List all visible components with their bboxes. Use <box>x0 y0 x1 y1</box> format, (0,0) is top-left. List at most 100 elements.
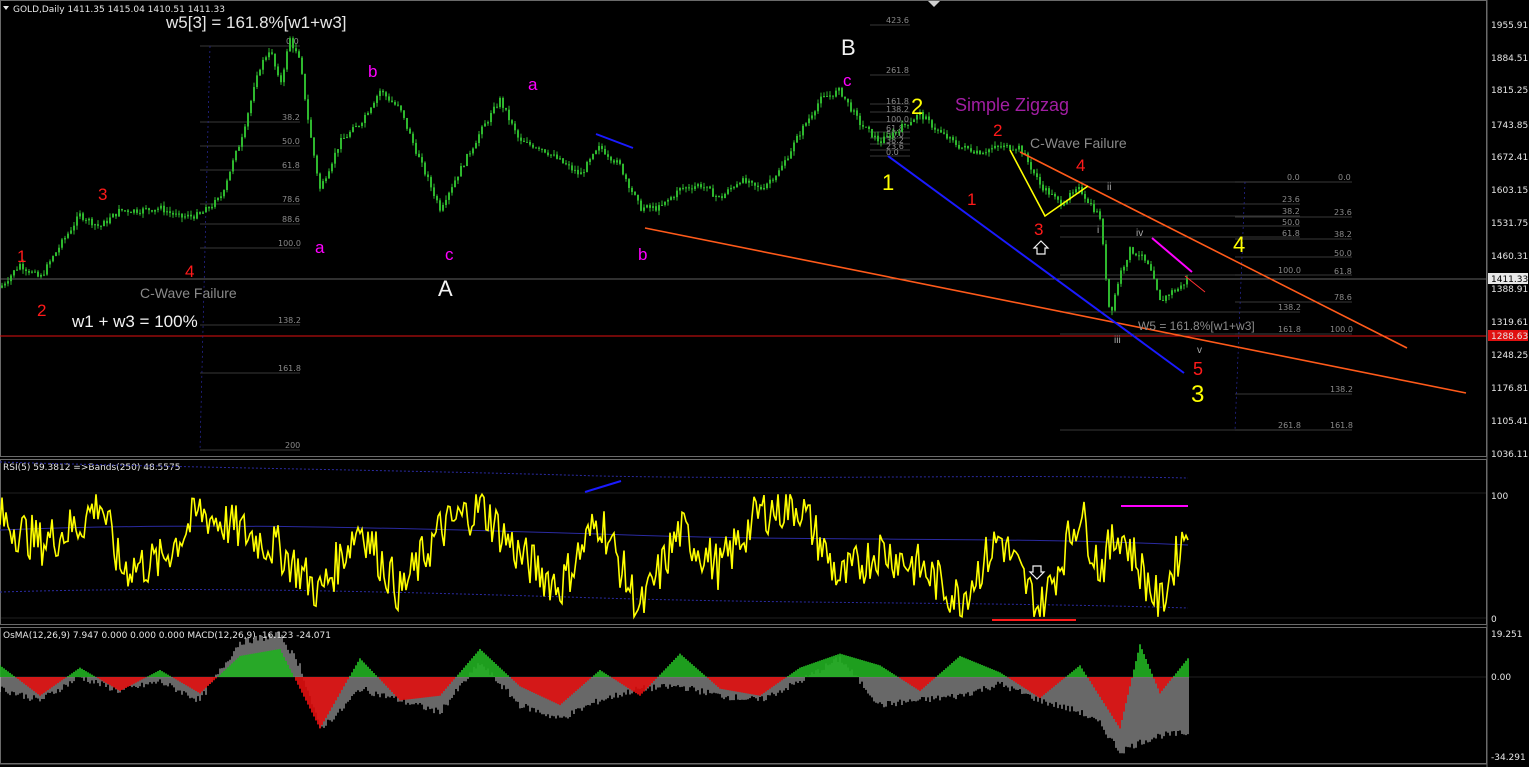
candle-body <box>1186 277 1188 285</box>
candle-body <box>448 192 450 200</box>
candle-body <box>709 186 711 189</box>
candle-body <box>280 75 282 83</box>
candle-body <box>787 158 789 161</box>
candle-body <box>775 175 777 181</box>
candle-body <box>556 154 558 159</box>
candle-body <box>76 216 78 226</box>
candle-body <box>439 200 441 211</box>
candle-body <box>292 38 294 49</box>
candle-body <box>1105 244 1107 279</box>
candle-body <box>262 59 264 70</box>
candle-body <box>604 148 606 155</box>
candle-body <box>724 193 726 199</box>
rsi-axis-bottom: 0 <box>1491 615 1497 625</box>
fib-label: 138.2 <box>278 316 301 325</box>
candle-body <box>79 213 81 217</box>
candle-body <box>610 156 612 161</box>
candle-body <box>1171 290 1173 295</box>
fib-label: 138.2 <box>886 105 909 114</box>
candle-body <box>799 135 801 137</box>
candle-body <box>346 136 348 138</box>
candle-body <box>661 204 663 206</box>
candle-body <box>199 212 201 214</box>
candle-body <box>388 96 390 101</box>
candle-body <box>694 186 696 189</box>
candle-body <box>43 274 45 276</box>
candle-body <box>649 205 651 208</box>
candle-body <box>535 147 537 149</box>
candle-body <box>142 208 144 214</box>
candle-body <box>1033 169 1035 174</box>
macd-axis-zero: 0.00 <box>1491 673 1511 683</box>
candle-body <box>736 184 738 188</box>
wave-label: iii <box>1114 335 1121 346</box>
candle-body <box>97 224 99 226</box>
candle-body <box>1030 162 1032 170</box>
candle-body <box>91 218 93 226</box>
candle-body <box>985 152 987 154</box>
candle-body <box>1099 211 1101 219</box>
candle-body <box>475 142 477 149</box>
candle-body <box>607 154 609 157</box>
candle-body <box>7 281 9 284</box>
candle-body <box>121 208 123 211</box>
candle-body <box>442 205 444 211</box>
price-tick: 1176.81 <box>1491 384 1528 394</box>
fib-label: 50.0 <box>1334 249 1352 258</box>
candle-body <box>712 188 714 197</box>
candle-body <box>331 163 333 172</box>
candle-body <box>1180 285 1182 289</box>
candle-body <box>931 120 933 128</box>
candle-body <box>685 187 687 189</box>
candle-body <box>61 239 63 248</box>
candle-body <box>760 187 762 190</box>
candle-body <box>40 274 42 277</box>
candle-body <box>1015 149 1017 151</box>
candle-body <box>688 187 690 189</box>
candle-body <box>397 104 399 106</box>
hline-price-label: 1288.63 <box>1491 332 1528 342</box>
candle-body <box>376 96 378 103</box>
candle-body <box>832 95 834 97</box>
main-chart-panel[interactable] <box>0 0 1487 457</box>
wave-label: 2 <box>911 94 923 119</box>
fib-label: 23.6 <box>1334 208 1352 217</box>
candle-body <box>979 150 981 155</box>
candle-body <box>70 230 72 234</box>
candle-body <box>529 141 531 145</box>
macd-axis-top: 19.251 <box>1491 630 1523 640</box>
candle-body <box>319 173 321 189</box>
candle-body <box>1084 194 1086 199</box>
candle-body <box>454 180 456 188</box>
candle-body <box>94 224 96 226</box>
candle-body <box>1156 279 1158 290</box>
price-tick: 1248.25 <box>1491 351 1528 361</box>
candle-body <box>1039 177 1041 185</box>
candle-body <box>313 137 315 156</box>
candle-body <box>592 153 594 160</box>
candle-body <box>253 87 255 101</box>
candle-body <box>631 187 633 192</box>
candle-body <box>1072 192 1074 194</box>
candle-body <box>208 207 210 209</box>
w5-formula-label: w5[3] = 161.8%[w1+w3] <box>165 13 347 32</box>
candle-body <box>853 110 855 112</box>
candle-body <box>385 92 387 97</box>
wave-label: i <box>1097 225 1099 236</box>
candle-body <box>244 126 246 138</box>
candle-body <box>430 177 432 188</box>
candle-body <box>1 285 3 288</box>
candle-body <box>445 199 447 206</box>
candle-body <box>895 131 897 133</box>
fib-label: 61.8 <box>282 161 300 170</box>
candle-body <box>907 124 909 126</box>
candle-body <box>679 187 681 191</box>
price-tick: 1672.41 <box>1491 153 1528 163</box>
candle-body <box>322 181 324 189</box>
macd-axis-bottom: -34.291 <box>1491 753 1526 763</box>
fib-label: 38.2 <box>1334 230 1352 239</box>
candle-body <box>730 187 732 190</box>
candle-body <box>436 196 438 201</box>
rsi-panel[interactable] <box>0 459 1487 625</box>
fib-label: 61.8 <box>1334 267 1352 276</box>
